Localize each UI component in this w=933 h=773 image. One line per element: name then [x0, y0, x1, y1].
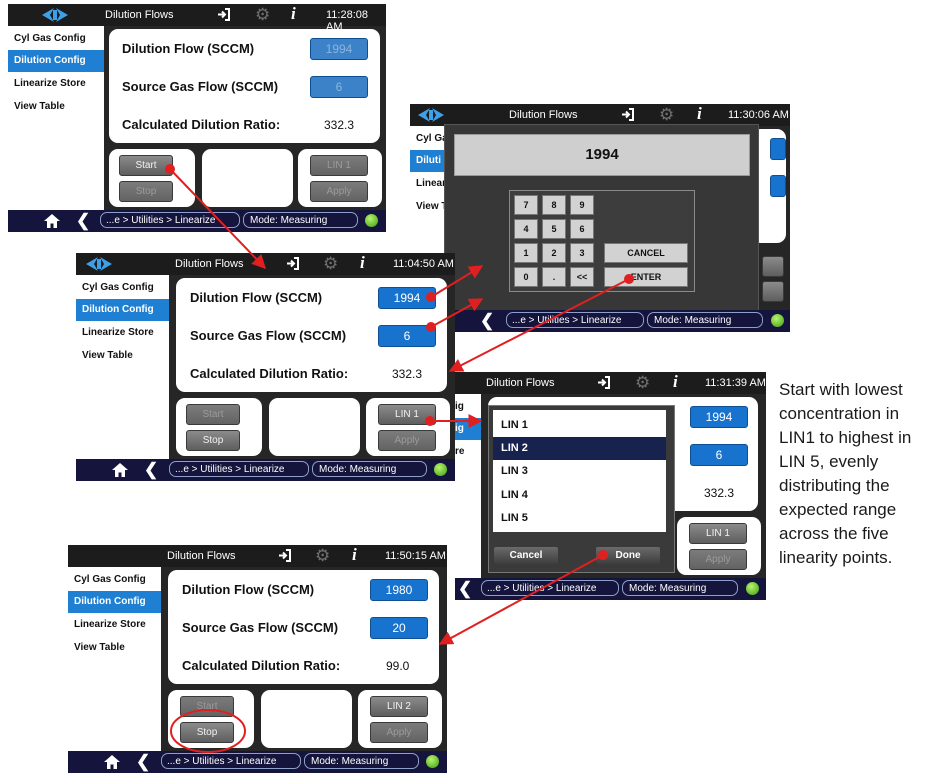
stop-highlight-circle	[170, 709, 246, 753]
arrow-origin-dot	[426, 292, 436, 302]
annotation-overlay	[165, 164, 634, 753]
arrow-origin-dot	[624, 274, 634, 284]
arrow-origin-dot	[598, 550, 608, 560]
arrow-start-to-screen3	[169, 168, 266, 270]
arrow-origin-dot	[425, 416, 435, 426]
arrow-origin-dot	[165, 164, 175, 174]
arrow-source-to-keypad	[430, 298, 484, 328]
arrow-done-to-screen5	[438, 554, 604, 645]
arrow-enter-to-ratio	[448, 278, 630, 372]
arrow-origin-dot	[426, 322, 436, 332]
arrow-dilution-to-keypad	[430, 265, 484, 298]
